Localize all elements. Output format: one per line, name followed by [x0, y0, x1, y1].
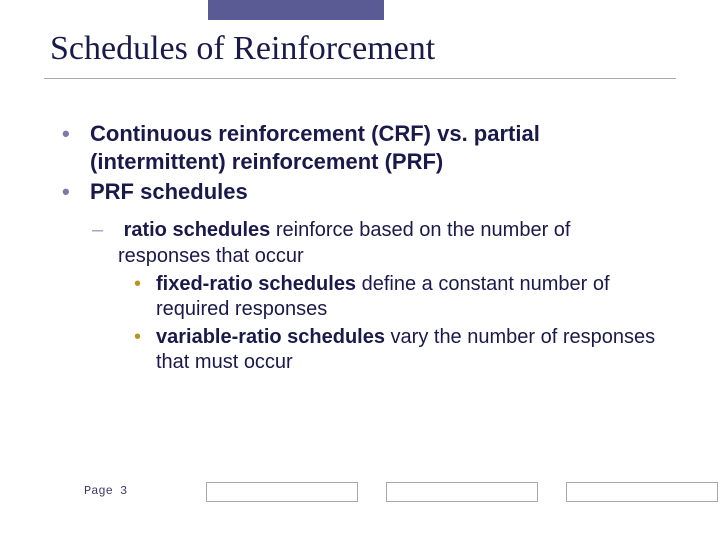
footer-bar: [386, 482, 538, 502]
bullet-bold: ratio schedules: [124, 219, 271, 241]
header-accent-bar: [208, 0, 384, 20]
bullet-dot-icon: •: [62, 178, 70, 206]
bullet-text: PRF schedules: [90, 179, 248, 204]
bullet-dot-icon: •: [134, 325, 141, 351]
footer-bars: [206, 482, 718, 502]
bullet-level1: • Continuous reinforcement (CRF) vs. par…: [62, 120, 662, 176]
dash-icon: –: [92, 218, 103, 244]
slide-title: Schedules of Reinforcement: [50, 30, 435, 68]
page-number-label: Page 3: [84, 484, 127, 498]
bullet-dot-icon: •: [134, 272, 141, 298]
bullet-level3: • fixed-ratio schedules define a constan…: [62, 272, 662, 323]
bullet-dot-icon: •: [62, 120, 70, 148]
bullet-level2: – ratio schedules reinforce based on the…: [62, 218, 662, 269]
bullet-level1: • PRF schedules: [62, 178, 662, 206]
bullet-bold: variable-ratio schedules: [156, 326, 385, 348]
footer-bar: [566, 482, 718, 502]
title-underline: [44, 78, 676, 79]
bullet-level3: • variable-ratio schedules vary the numb…: [62, 325, 662, 376]
content-area: • Continuous reinforcement (CRF) vs. par…: [62, 120, 662, 376]
bullet-text: Continuous reinforcement (CRF) vs. parti…: [90, 121, 540, 174]
footer-bar: [206, 482, 358, 502]
bullet-bold: fixed-ratio schedules: [156, 273, 356, 295]
